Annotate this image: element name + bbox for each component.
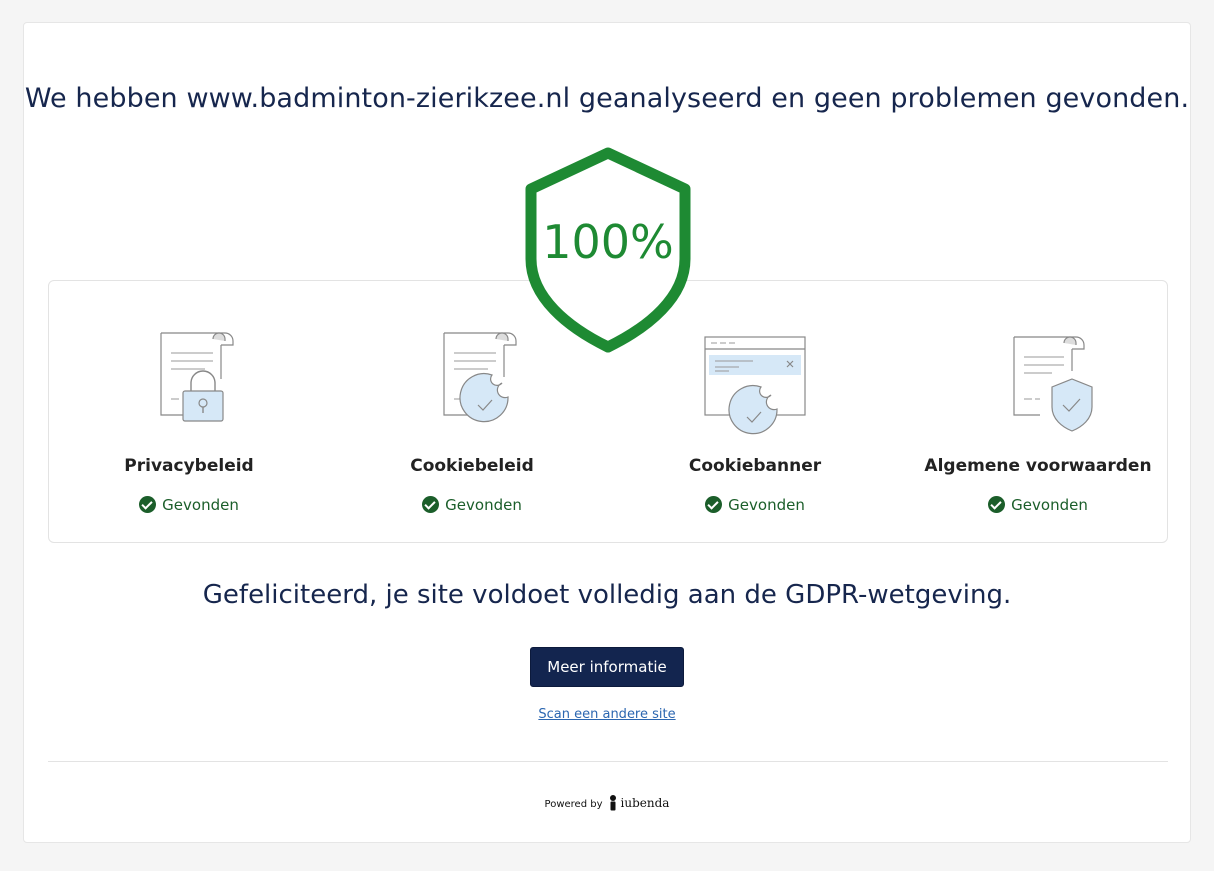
check-circle-icon bbox=[422, 496, 440, 513]
powered-by: Powered by iubenda bbox=[24, 795, 1190, 811]
scan-another-site-link[interactable]: Scan een andere site bbox=[24, 707, 1190, 722]
check-circle-icon bbox=[705, 496, 723, 513]
powered-by-label: Powered by bbox=[544, 799, 603, 810]
check-status: Gevonden bbox=[898, 496, 1178, 514]
status-label: Gevonden bbox=[162, 496, 239, 514]
status-label: Gevonden bbox=[1011, 496, 1088, 514]
check-title: Cookiebeleid bbox=[410, 456, 534, 476]
more-info-button[interactable]: Meer informatie bbox=[530, 647, 684, 687]
check-circle-icon bbox=[988, 496, 1006, 513]
brand-name[interactable]: iubenda bbox=[621, 796, 670, 810]
terms-shield-icon bbox=[978, 319, 1098, 439]
check-status: Gevonden bbox=[332, 496, 612, 514]
check-title: Privacybeleid bbox=[124, 456, 254, 476]
check-title: Cookiebanner bbox=[688, 456, 822, 476]
divider bbox=[48, 761, 1168, 762]
score-value: 100% bbox=[542, 215, 674, 269]
privacy-policy-lock-icon bbox=[129, 319, 249, 439]
check-status: Gevonden bbox=[49, 496, 329, 514]
status-label: Gevonden bbox=[445, 496, 522, 514]
status-label: Gevonden bbox=[728, 496, 805, 514]
check-algemene-voorwaarden: Algemene voorwaarden Gevonden bbox=[898, 281, 1178, 542]
check-circle-icon bbox=[139, 496, 157, 513]
cookie-policy-icon bbox=[412, 319, 532, 439]
check-privacybeleid: Privacybeleid Gevonden bbox=[49, 281, 329, 542]
score-badge: 100% bbox=[521, 147, 695, 353]
result-card: We hebben www.badminton-zierikzee.nl gea… bbox=[23, 22, 1191, 843]
iubenda-logo-icon bbox=[609, 795, 616, 811]
check-title: Algemene voorwaarden bbox=[924, 456, 1152, 476]
check-status: Gevonden bbox=[615, 496, 895, 514]
page-title: We hebben www.badminton-zierikzee.nl gea… bbox=[24, 83, 1190, 114]
compliance-message: Gefeliciteerd, je site voldoet volledig … bbox=[202, 580, 1012, 610]
cookie-banner-icon bbox=[695, 319, 815, 439]
